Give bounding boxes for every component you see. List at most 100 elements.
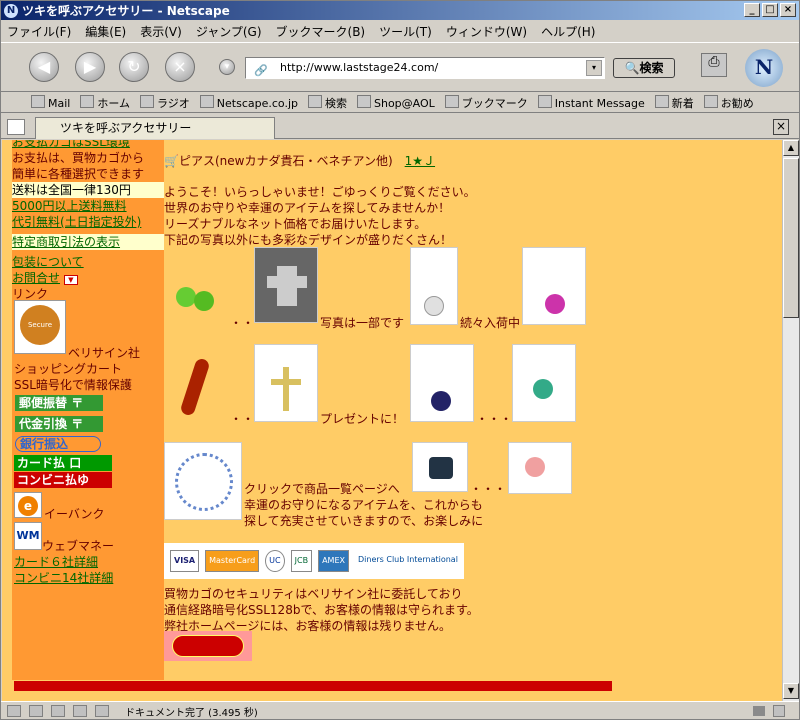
netscape-icon: N — [4, 3, 18, 18]
title-bar: N ツキを呼ぶアクセサリー - Netscape _ □ × — [1, 1, 799, 20]
visa-logo: VISA — [170, 550, 200, 572]
address-book-icon[interactable] — [95, 705, 109, 717]
mail-status-icon[interactable] — [29, 705, 43, 717]
postal-badge[interactable]: 郵便振替 〒 — [15, 395, 103, 411]
search-button[interactable]: 🔍検索 — [613, 58, 675, 78]
scroll-up-icon[interactable]: ▲ — [783, 140, 799, 156]
cod-label: 代金引換 — [19, 417, 68, 431]
aim-icon[interactable] — [51, 705, 65, 717]
postal-label: 郵便振替 — [19, 396, 68, 410]
jcb-logo: JCB — [290, 550, 313, 572]
pt-netscape[interactable]: Netscape.co.jp — [200, 95, 298, 110]
tab-current[interactable]: ツキを呼ぶアクセサリー — [35, 117, 275, 139]
top-cut-link[interactable]: 1★Ｊ — [405, 154, 435, 168]
sidebar-free-shipping[interactable]: 5000円以上送料無料 — [12, 198, 164, 214]
back-button[interactable]: ◀ — [29, 52, 59, 82]
sidebar-card-detail[interactable]: カード６社詳細 — [14, 554, 98, 570]
pt-radio[interactable]: ラジオ — [140, 95, 190, 111]
cod-badge[interactable]: 代金引換 〒 — [15, 416, 103, 432]
product-thumb[interactable] — [410, 344, 474, 422]
dots-1: ・・ — [230, 316, 255, 330]
reload-button[interactable]: ↻ — [119, 52, 149, 82]
product-thumb[interactable] — [512, 344, 576, 422]
webmoney-logo[interactable]: WM — [14, 522, 42, 550]
minimize-button[interactable]: _ — [744, 3, 760, 17]
navigator-icon[interactable] — [7, 705, 21, 717]
tab-title: ツキを呼ぶアクセサリー — [60, 121, 192, 135]
pt-im[interactable]: Instant Message — [538, 95, 645, 110]
shop-logo-banner[interactable] — [164, 631, 252, 661]
vertical-scrollbar[interactable]: ▲ ▼ — [782, 140, 799, 701]
window-title: ツキを呼ぶアクセサリー - Netscape — [22, 4, 230, 18]
footer-red-line — [14, 681, 612, 691]
close-tab-icon[interactable]: × — [773, 119, 789, 135]
product-thumb[interactable] — [164, 344, 228, 422]
pt-bookmarks[interactable]: ブックマーク — [445, 95, 528, 111]
sidebar-wrap[interactable]: 包装について — [12, 254, 164, 270]
pt-new[interactable]: 新着 — [655, 95, 694, 111]
menu-bookmarks[interactable]: ブックマーク(B) — [276, 23, 366, 40]
sidebar-contact-row: お問合せ ▼ — [12, 270, 164, 286]
url-history-icon[interactable]: ▾ — [586, 60, 602, 76]
product-thumb[interactable] — [164, 442, 242, 520]
pt-home[interactable]: ホーム — [80, 95, 130, 111]
sidebar-cod-free[interactable]: 代引無料(土日指定投外) — [12, 214, 164, 230]
intro-line2: 世界のお守りや幸運のアイテムを探してみませんか！ — [164, 201, 451, 215]
sidebar-webmoney: ウェブマネー — [42, 539, 115, 553]
menu-go[interactable]: ジャンプ(G) — [196, 23, 262, 40]
ebank-logo[interactable]: e — [14, 492, 42, 518]
url-dropdown-icon[interactable]: ▾ — [219, 59, 235, 75]
sidebar-ssl[interactable]: お支払カゴはSSL環境 — [12, 140, 164, 150]
product-thumb[interactable] — [410, 247, 458, 325]
product-thumb[interactable] — [508, 442, 572, 494]
menu-help[interactable]: ヘルプ(H) — [541, 23, 595, 40]
maximize-button[interactable]: □ — [762, 3, 778, 17]
convenience-badge[interactable]: コンビニ払ゆ — [14, 472, 112, 488]
navigation-toolbar: ◀ ▶ ↻ × ▾ 🔗 http://www.laststage24.com/ … — [1, 42, 799, 92]
verisign-seal[interactable]: Secure — [14, 300, 66, 354]
card-badge[interactable]: カード払 口 — [14, 455, 112, 471]
online-icon[interactable] — [753, 706, 765, 716]
sidebar-pay1: お支払は、買物カゴから — [12, 151, 145, 165]
pt-search[interactable]: 検索 — [308, 95, 347, 111]
page-content: お支払カゴはSSL環境 お支払は、買物カゴから 簡単に各種選択できます 送料は全… — [2, 140, 782, 701]
menu-edit[interactable]: 編集(E) — [85, 23, 126, 40]
sidebar-pay2: 簡単に各種選択できます — [12, 167, 145, 181]
security-lock-icon[interactable] — [773, 705, 785, 717]
product-thumb[interactable] — [412, 442, 468, 492]
sidebar-law[interactable]: 特定商取引法の表示 — [12, 234, 164, 250]
product-thumb[interactable] — [522, 247, 586, 325]
close-button[interactable]: × — [780, 3, 796, 17]
stop-button[interactable]: × — [165, 52, 195, 82]
pt-recommend[interactable]: お勧め — [704, 95, 754, 111]
convenience-label: コンビニ払 — [17, 473, 78, 487]
mail-icon[interactable]: ▼ — [63, 275, 78, 285]
netscape-logo[interactable]: N — [745, 49, 783, 87]
product-thumb[interactable] — [254, 247, 318, 323]
security-line1: 買物カゴのセキュリティはベリサイン社に委託しており — [164, 587, 463, 601]
scroll-thumb[interactable] — [783, 158, 799, 318]
card-logos: VISA MasterCard UC JCB AMEX Diners Club … — [164, 543, 464, 579]
menu-window[interactable]: ウィンドウ(W) — [446, 23, 527, 40]
url-bar[interactable]: 🔗 http://www.laststage24.com/ ▾ — [245, 57, 605, 79]
row2-dots: ・・・ — [476, 412, 513, 426]
tab-bar: ツキを呼ぶアクセサリー × — [1, 115, 799, 139]
product-thumb[interactable] — [254, 344, 318, 422]
row1-text: 写真は一部です — [320, 316, 405, 330]
pt-mail[interactable]: Mail — [31, 95, 70, 110]
composer-icon[interactable] — [73, 705, 87, 717]
menu-file[interactable]: ファイル(F) — [7, 23, 71, 40]
top-line: 🛒ピアス(newカナダ貴石・ベネチアン他) 1★Ｊ — [164, 154, 436, 168]
sidebar-contact[interactable]: お問合せ — [12, 271, 60, 285]
forward-button[interactable]: ▶ — [75, 52, 105, 82]
menu-tools[interactable]: ツール(T) — [379, 23, 432, 40]
url-text: http://www.laststage24.com/ — [280, 61, 439, 74]
menu-view[interactable]: 表示(V) — [140, 23, 182, 40]
scroll-down-icon[interactable]: ▼ — [783, 683, 799, 699]
print-icon[interactable]: ⎙ — [701, 53, 727, 77]
sidebar-conv-detail[interactable]: コンビニ14社詳細 — [14, 570, 113, 586]
product-thumb[interactable] — [164, 247, 228, 327]
tab-list-icon[interactable] — [7, 119, 25, 135]
bank-badge[interactable]: 銀行振込 — [15, 436, 101, 452]
pt-shop[interactable]: Shop@AOL — [357, 95, 435, 110]
